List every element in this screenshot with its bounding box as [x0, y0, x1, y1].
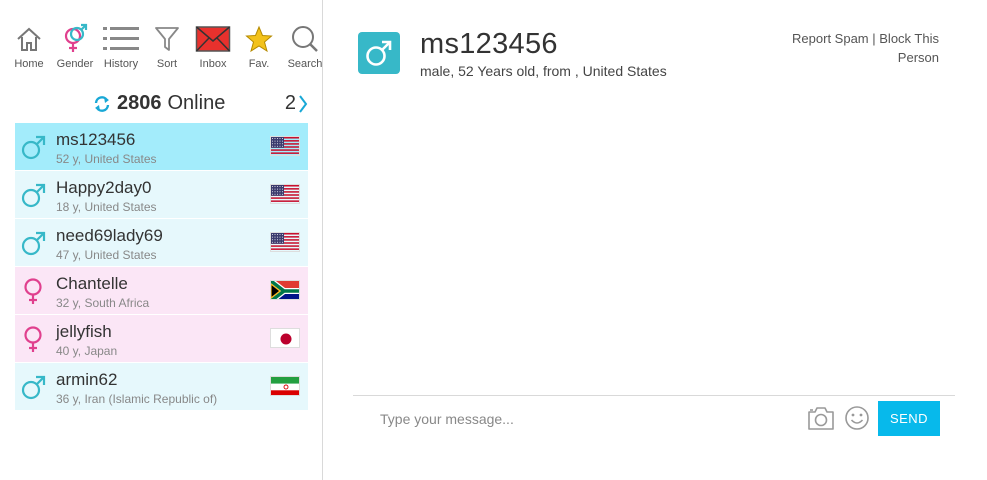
online-count: 2806	[117, 92, 162, 114]
user-name: ms123456	[56, 130, 136, 149]
male-icon	[21, 229, 47, 257]
online-label: Online	[167, 92, 226, 114]
block-person-link[interactable]: Block This Person	[879, 31, 939, 65]
tool-search[interactable]: Search	[282, 22, 328, 70]
user-row[interactable]: jellyfish 40 y, Japan	[15, 315, 308, 363]
chat-username: ms123456	[420, 28, 558, 60]
female-icon	[21, 325, 47, 353]
history-list-icon	[98, 22, 144, 56]
flag-us-icon	[270, 136, 300, 156]
tool-search-label: Search	[287, 58, 323, 70]
user-name: jellyfish	[56, 322, 112, 341]
tool-sort[interactable]: Sort	[144, 22, 190, 70]
chat-user-details: male, 52 Years old, from , United States	[420, 63, 667, 79]
user-details: 18 y, United States	[56, 200, 157, 214]
message-input[interactable]	[363, 402, 773, 436]
tool-gender-label: Gender	[56, 58, 94, 70]
user-row[interactable]: ms123456 52 y, United States	[15, 123, 308, 171]
user-name: Chantelle	[56, 274, 128, 293]
user-details: 52 y, United States	[56, 152, 157, 166]
avatar	[358, 32, 400, 74]
user-name: Happy2day0	[56, 178, 152, 197]
flag-ir-icon	[270, 376, 300, 396]
tool-inbox[interactable]: Inbox	[190, 22, 236, 70]
envelope-icon	[190, 22, 236, 56]
male-icon	[21, 373, 47, 401]
chat-panel: ms123456 male, 52 Years old, from , Unit…	[324, 0, 987, 480]
page-number: 2	[284, 92, 296, 114]
star-icon	[236, 22, 282, 56]
user-name: armin62	[56, 370, 118, 389]
male-icon	[21, 181, 47, 209]
refresh-icon[interactable]	[93, 95, 111, 113]
user-details: 36 y, Iran (Islamic Republic of)	[56, 392, 218, 406]
flag-za-icon	[270, 280, 300, 300]
smiley-icon[interactable]	[844, 405, 870, 436]
flag-jp-icon	[270, 328, 300, 348]
tool-inbox-label: Inbox	[199, 58, 227, 70]
user-row[interactable]: need69lady69 47 y, United States	[15, 219, 308, 267]
toolbar: Home Gender History Sort Inbox Fav. Sear…	[6, 22, 328, 70]
funnel-icon	[144, 22, 190, 56]
flag-us-icon	[270, 184, 300, 204]
tool-home[interactable]: Home	[6, 22, 52, 70]
report-block-links: Report Spam | Block This Person	[759, 29, 939, 67]
gender-icon	[52, 22, 98, 56]
tool-sort-label: Sort	[156, 58, 178, 70]
user-row[interactable]: Chantelle 32 y, South Africa	[15, 267, 308, 315]
user-details: 40 y, Japan	[56, 344, 118, 358]
search-icon	[282, 22, 328, 56]
next-page-button[interactable]: 2	[285, 92, 308, 115]
user-row[interactable]: Happy2day0 18 y, United States	[15, 171, 308, 219]
tool-history-label: History	[103, 58, 139, 70]
user-details: 32 y, South Africa	[56, 296, 150, 310]
camera-icon[interactable]	[807, 405, 835, 436]
link-separator: |	[872, 31, 876, 46]
user-name: need69lady69	[56, 226, 163, 245]
chevron-right-icon	[299, 94, 308, 113]
tool-gender[interactable]: Gender	[52, 22, 98, 70]
tool-history[interactable]: History	[98, 22, 144, 70]
female-icon	[21, 277, 47, 305]
tool-favorites-label: Fav.	[248, 58, 270, 70]
message-composer: SEND	[353, 395, 955, 445]
online-bar: 2806 Online 2	[15, 90, 308, 118]
male-icon	[21, 133, 47, 161]
report-spam-link[interactable]: Report Spam	[792, 31, 869, 46]
tool-favorites[interactable]: Fav.	[236, 22, 282, 70]
home-icon	[6, 22, 52, 56]
user-list: ms123456 52 y, United States Happy2day0 18 …	[15, 123, 308, 411]
send-button[interactable]: SEND	[878, 401, 940, 436]
user-row[interactable]: armin62 36 y, Iran (Islamic Republic of)	[15, 363, 308, 411]
online-status: 2806 Online	[93, 92, 225, 115]
flag-us-icon	[270, 232, 300, 252]
tool-home-label: Home	[14, 58, 44, 70]
sidebar: Home Gender History Sort Inbox Fav. Sear…	[0, 0, 323, 480]
male-icon	[366, 40, 392, 66]
user-details: 47 y, United States	[56, 248, 157, 262]
